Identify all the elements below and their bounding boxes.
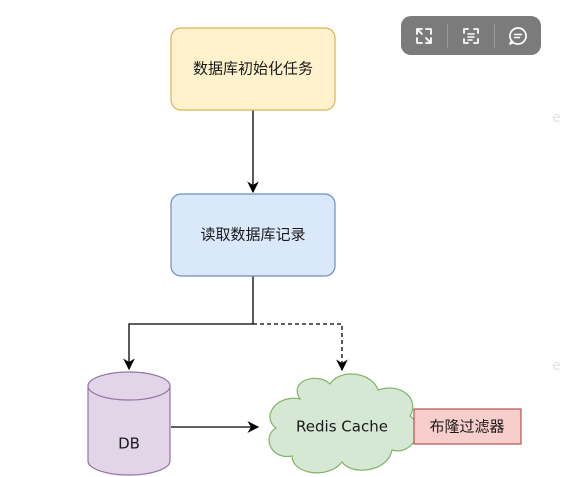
node-init-task[interactable]: 数据库初始化任务: [170, 27, 336, 111]
scan-text-button[interactable]: [448, 16, 494, 55]
read-records-label: 读取数据库记录: [200, 226, 305, 244]
floating-toolbar: [401, 16, 541, 55]
bloom-filter-label: 布隆过滤器: [429, 418, 504, 436]
watermark-text: e: [552, 358, 561, 374]
redis-cache-label: Redis Cache: [296, 418, 388, 436]
fullscreen-button[interactable]: [401, 16, 447, 55]
watermark-text: e: [552, 110, 561, 126]
edge-read-to-db: [123, 276, 254, 371]
diagram-canvas: 数据库初始化任务 读取数据库记录 DB Redis Cache 布隆过滤器 e …: [0, 0, 565, 477]
db-cylinder-top: [87, 371, 171, 401]
edge-read-to-redis: [253, 323, 348, 372]
node-read-records[interactable]: 读取数据库记录: [170, 193, 336, 277]
db-label: DB: [118, 435, 140, 453]
flowchart: 数据库初始化任务 读取数据库记录 DB Redis Cache 布隆过滤器: [87, 27, 522, 476]
scan-text-icon: [463, 27, 479, 44]
node-redis-cache[interactable]: Redis Cache: [268, 373, 419, 474]
fullscreen-icon: [416, 27, 432, 44]
comment-icon: [509, 26, 527, 45]
init-task-label: 数据库初始化任务: [193, 60, 313, 78]
node-bloom-filter[interactable]: 布隆过滤器: [413, 408, 522, 445]
node-db[interactable]: DB: [87, 371, 171, 476]
comment-button[interactable]: [495, 16, 541, 55]
